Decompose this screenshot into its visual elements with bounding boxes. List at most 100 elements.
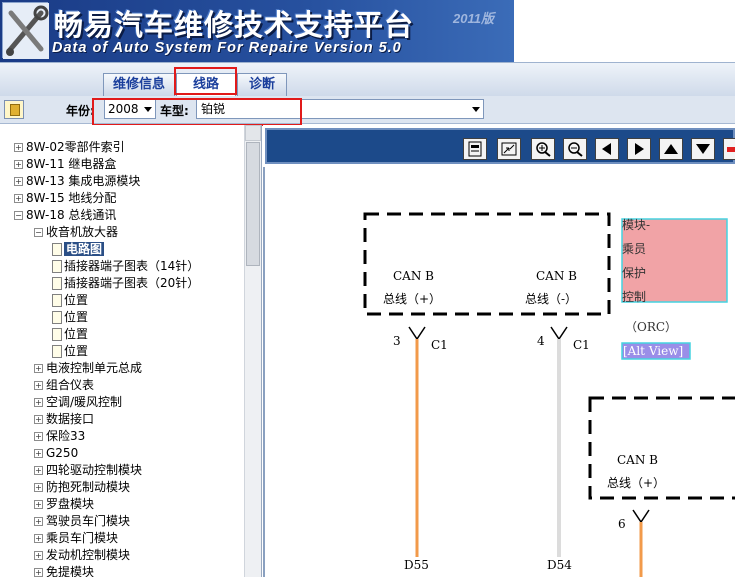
expand-icon[interactable]: + bbox=[14, 177, 23, 186]
expand-icon[interactable]: + bbox=[14, 194, 23, 203]
connector-id: C1 bbox=[573, 338, 590, 352]
tree-node-label: 插接器端子图表（14针） bbox=[64, 259, 200, 273]
fit-page-icon[interactable] bbox=[497, 138, 521, 160]
tree-node[interactable]: +8W-11 继电器盒 bbox=[14, 156, 116, 173]
arrow-down-icon[interactable] bbox=[691, 138, 715, 160]
tools-logo-icon bbox=[2, 2, 49, 59]
expand-icon[interactable]: + bbox=[14, 160, 23, 169]
expand-icon[interactable]: + bbox=[34, 381, 43, 390]
tree-node[interactable]: +8W-02零部件索引 bbox=[14, 139, 125, 156]
tree-node[interactable]: + 组合仪表 bbox=[34, 377, 94, 394]
tree-node-label: 收音机放大器 bbox=[46, 225, 119, 239]
wiring-diagram-canvas[interactable]: CAN B 总线（+） CAN B 总线（-） 模块- 乘员 保护 控制 （OR… bbox=[263, 167, 735, 577]
app-banner: 畅易汽车维修技术支持平台 2011版 Data of Auto System F… bbox=[0, 0, 514, 62]
tree-node-label: 电路图 bbox=[64, 242, 105, 256]
expand-icon[interactable]: + bbox=[34, 415, 43, 424]
document-icon bbox=[52, 294, 62, 307]
tree-node-label: 罗盘模块 bbox=[46, 497, 95, 511]
tree-node[interactable]: 位置 bbox=[52, 326, 88, 343]
module-line: 乘员 bbox=[622, 242, 646, 256]
pin-number: 6 bbox=[618, 517, 626, 531]
collapse-icon[interactable]: − bbox=[34, 228, 43, 237]
tree-node[interactable]: + 驾驶员车门模块 bbox=[34, 513, 130, 530]
tab-diagnosis[interactable]: 诊断 bbox=[237, 73, 287, 97]
home-button[interactable] bbox=[4, 100, 24, 119]
expand-icon[interactable]: + bbox=[34, 398, 43, 407]
banner-version: 2011版 bbox=[453, 11, 494, 26]
print-icon[interactable] bbox=[463, 138, 487, 160]
navigation-tree: +8W-02零部件索引 +8W-11 继电器盒 +8W-13 集成电源模块 +8W-1… bbox=[0, 125, 262, 577]
can-b-label: CAN B bbox=[536, 269, 577, 283]
expand-icon[interactable]: + bbox=[34, 483, 43, 492]
tree-node[interactable]: 插接器端子图表（14针） bbox=[52, 258, 199, 275]
can-b-label: CAN B bbox=[617, 453, 658, 467]
tree-node[interactable]: −8W-18 总线通讯 bbox=[14, 207, 116, 224]
tree-node[interactable]: + 罗盘模块 bbox=[34, 496, 94, 513]
scroll-thumb[interactable] bbox=[246, 142, 260, 266]
collapse-icon[interactable]: − bbox=[14, 211, 23, 220]
expand-icon[interactable]: + bbox=[34, 517, 43, 526]
scroll-up-icon[interactable] bbox=[245, 125, 261, 141]
expand-icon[interactable]: + bbox=[14, 143, 23, 152]
year-select[interactable]: 2008 bbox=[104, 99, 156, 119]
tree-node[interactable]: 位置 bbox=[52, 343, 88, 360]
alt-view-link[interactable]: [Alt View] bbox=[623, 344, 683, 358]
tree-node-label: 位置 bbox=[64, 293, 89, 307]
tree-node-label: 乘员车门模块 bbox=[46, 531, 119, 545]
tree-node[interactable]: + 乘员车门模块 bbox=[34, 530, 118, 547]
tree-node[interactable]: + 四轮驱动控制模块 bbox=[34, 462, 142, 479]
expand-icon[interactable]: + bbox=[34, 500, 43, 509]
tree-node[interactable]: + 发动机控制模块 bbox=[34, 547, 130, 564]
expand-icon[interactable]: + bbox=[34, 534, 43, 543]
tree-node[interactable]: + 免提模块 bbox=[34, 564, 94, 577]
stop-icon[interactable] bbox=[723, 138, 735, 160]
tree-node[interactable]: 位置 bbox=[52, 292, 88, 309]
tree-node[interactable]: + 空调/暖风控制 bbox=[34, 394, 122, 411]
expand-icon[interactable]: + bbox=[34, 364, 43, 373]
tab-repair-info[interactable]: 维修信息 bbox=[103, 73, 175, 97]
banner-title: 畅易汽车维修技术支持平台 bbox=[54, 8, 415, 42]
banner-subtitle: Data of Auto System For Repaire Version … bbox=[52, 40, 402, 56]
expand-icon[interactable]: + bbox=[34, 449, 43, 458]
tree-node-label: 8W-11 继电器盒 bbox=[26, 157, 117, 171]
arrow-left-icon[interactable] bbox=[595, 138, 619, 160]
arrow-right-icon[interactable] bbox=[627, 138, 651, 160]
module-line: 控制 bbox=[622, 290, 646, 304]
wire-label: D55 bbox=[404, 558, 429, 572]
pin-symbol bbox=[632, 509, 650, 524]
document-icon bbox=[52, 328, 62, 341]
zoom-in-icon[interactable] bbox=[531, 138, 555, 160]
tree-node[interactable]: + 防抱死制动模块 bbox=[34, 479, 130, 496]
expand-icon[interactable]: + bbox=[34, 551, 43, 560]
tree-node-label: 位置 bbox=[64, 327, 89, 341]
tree-node-label: 位置 bbox=[64, 344, 89, 358]
tree-node-label: 电液控制单元总成 bbox=[46, 361, 143, 375]
expand-icon[interactable]: + bbox=[34, 568, 43, 577]
tree-node[interactable]: +8W-13 集成电源模块 bbox=[14, 173, 140, 190]
tree-node[interactable]: + G250 bbox=[34, 445, 78, 462]
tab-wiring[interactable]: 线路 bbox=[176, 73, 236, 97]
tree-node[interactable]: + 电液控制单元总成 bbox=[34, 360, 142, 377]
expand-icon[interactable]: + bbox=[34, 432, 43, 441]
tree-node[interactable]: 位置 bbox=[52, 309, 88, 326]
module-line: 保护 bbox=[622, 266, 646, 280]
tree-node[interactable]: − 收音机放大器 bbox=[34, 224, 118, 241]
tree-node[interactable]: + 数据接口 bbox=[34, 411, 94, 428]
tree-node-label: 8W-02零部件索引 bbox=[26, 140, 125, 154]
expand-icon[interactable]: + bbox=[34, 466, 43, 475]
tree-node-label: 数据接口 bbox=[46, 412, 95, 426]
document-icon bbox=[52, 345, 62, 358]
zoom-out-icon[interactable] bbox=[563, 138, 587, 160]
arrow-up-icon[interactable] bbox=[659, 138, 683, 160]
tree-node[interactable]: 插接器端子图表（20针） bbox=[52, 275, 199, 292]
selector-bar: 年份: 2008 车型: 铂锐 bbox=[0, 96, 735, 124]
tree-node[interactable]: 电路图 bbox=[52, 241, 105, 258]
tree-scrollbar[interactable] bbox=[244, 125, 261, 577]
tree-node[interactable]: +8W-15 地线分配 bbox=[14, 190, 116, 207]
tree-node-label: 四轮驱动控制模块 bbox=[46, 463, 143, 477]
diagram-toolbar bbox=[265, 128, 735, 164]
model-select[interactable]: 铂锐 bbox=[196, 99, 484, 119]
pin-number: 4 bbox=[537, 334, 545, 348]
tree-node[interactable]: + 保险33 bbox=[34, 428, 85, 445]
module-line: 模块- bbox=[622, 218, 650, 232]
